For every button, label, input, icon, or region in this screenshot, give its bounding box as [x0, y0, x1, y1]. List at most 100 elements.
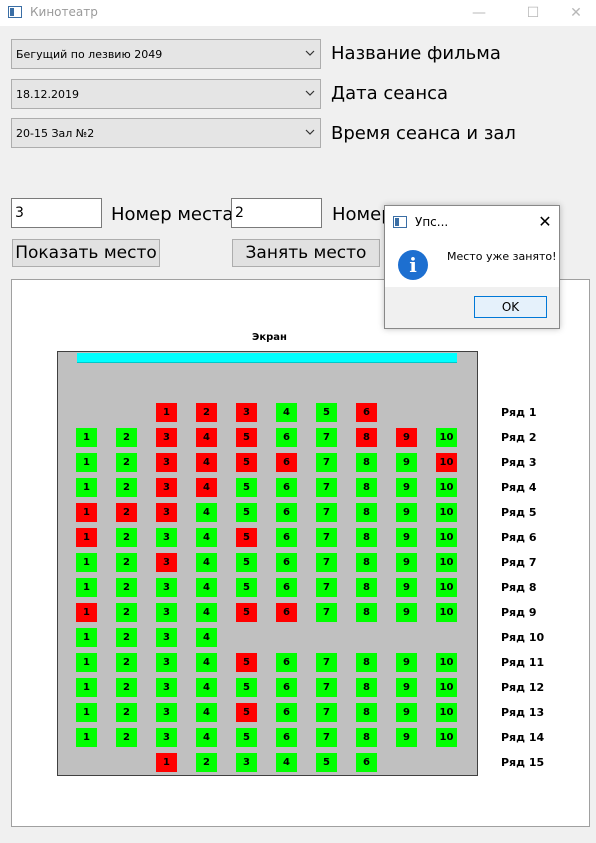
- seat-1-2[interactable]: 2: [196, 403, 217, 422]
- seat-4-10[interactable]: 10: [436, 478, 457, 497]
- seat-3-6[interactable]: 6: [276, 453, 297, 472]
- seat-4-9[interactable]: 9: [396, 478, 417, 497]
- seat-14-1[interactable]: 1: [76, 728, 97, 747]
- seat-5-3[interactable]: 3: [156, 503, 177, 522]
- seat-7-3[interactable]: 3: [156, 553, 177, 572]
- seat-8-7[interactable]: 7: [316, 578, 337, 597]
- seat-3-9[interactable]: 9: [396, 453, 417, 472]
- seat-9-6[interactable]: 6: [276, 603, 297, 622]
- seat-4-1[interactable]: 1: [76, 478, 97, 497]
- seat-3-2[interactable]: 2: [116, 453, 137, 472]
- seat-6-3[interactable]: 3: [156, 528, 177, 547]
- seat-4-7[interactable]: 7: [316, 478, 337, 497]
- seat-11-1[interactable]: 1: [76, 653, 97, 672]
- seat-15-1[interactable]: 1: [156, 753, 177, 772]
- film-select[interactable]: Бегущий по лезвию 2049: [11, 39, 321, 69]
- seat-7-5[interactable]: 5: [236, 553, 257, 572]
- seat-4-2[interactable]: 2: [116, 478, 137, 497]
- seat-13-7[interactable]: 7: [316, 703, 337, 722]
- seat-13-4[interactable]: 4: [196, 703, 217, 722]
- seat-4-8[interactable]: 8: [356, 478, 377, 497]
- seat-15-5[interactable]: 5: [316, 753, 337, 772]
- seat-7-2[interactable]: 2: [116, 553, 137, 572]
- seat-9-8[interactable]: 8: [356, 603, 377, 622]
- maximize-button[interactable]: ☐: [510, 0, 556, 26]
- seat-2-6[interactable]: 6: [276, 428, 297, 447]
- seat-9-1[interactable]: 1: [76, 603, 97, 622]
- seat-12-8[interactable]: 8: [356, 678, 377, 697]
- row-number-input[interactable]: 2: [231, 198, 322, 228]
- seat-6-6[interactable]: 6: [276, 528, 297, 547]
- seat-9-9[interactable]: 9: [396, 603, 417, 622]
- seat-15-6[interactable]: 6: [356, 753, 377, 772]
- seat-5-10[interactable]: 10: [436, 503, 457, 522]
- show-seat-button[interactable]: Показать место: [12, 239, 160, 267]
- seat-15-3[interactable]: 3: [236, 753, 257, 772]
- seat-5-9[interactable]: 9: [396, 503, 417, 522]
- seat-1-6[interactable]: 6: [356, 403, 377, 422]
- seat-9-5[interactable]: 5: [236, 603, 257, 622]
- seat-8-3[interactable]: 3: [156, 578, 177, 597]
- seat-10-4[interactable]: 4: [196, 628, 217, 647]
- seat-9-2[interactable]: 2: [116, 603, 137, 622]
- seat-9-3[interactable]: 3: [156, 603, 177, 622]
- seat-3-5[interactable]: 5: [236, 453, 257, 472]
- seat-11-3[interactable]: 3: [156, 653, 177, 672]
- seat-2-1[interactable]: 1: [76, 428, 97, 447]
- seat-3-1[interactable]: 1: [76, 453, 97, 472]
- seat-14-2[interactable]: 2: [116, 728, 137, 747]
- seat-2-4[interactable]: 4: [196, 428, 217, 447]
- seat-12-5[interactable]: 5: [236, 678, 257, 697]
- dialog-close-button[interactable]: ✕: [535, 212, 555, 232]
- seat-12-3[interactable]: 3: [156, 678, 177, 697]
- seat-13-9[interactable]: 9: [396, 703, 417, 722]
- seat-15-4[interactable]: 4: [276, 753, 297, 772]
- seat-13-8[interactable]: 8: [356, 703, 377, 722]
- seat-5-7[interactable]: 7: [316, 503, 337, 522]
- seat-6-9[interactable]: 9: [396, 528, 417, 547]
- seat-11-8[interactable]: 8: [356, 653, 377, 672]
- seat-10-1[interactable]: 1: [76, 628, 97, 647]
- seat-8-6[interactable]: 6: [276, 578, 297, 597]
- seat-13-3[interactable]: 3: [156, 703, 177, 722]
- seat-3-3[interactable]: 3: [156, 453, 177, 472]
- seat-10-2[interactable]: 2: [116, 628, 137, 647]
- seat-12-2[interactable]: 2: [116, 678, 137, 697]
- seat-11-7[interactable]: 7: [316, 653, 337, 672]
- seat-5-8[interactable]: 8: [356, 503, 377, 522]
- seat-13-6[interactable]: 6: [276, 703, 297, 722]
- seat-5-6[interactable]: 6: [276, 503, 297, 522]
- seat-5-5[interactable]: 5: [236, 503, 257, 522]
- seat-6-1[interactable]: 1: [76, 528, 97, 547]
- seat-2-10[interactable]: 10: [436, 428, 457, 447]
- seat-2-8[interactable]: 8: [356, 428, 377, 447]
- date-select[interactable]: 18.12.2019: [11, 79, 321, 109]
- close-button[interactable]: ✕: [556, 0, 596, 26]
- seat-3-8[interactable]: 8: [356, 453, 377, 472]
- seat-7-7[interactable]: 7: [316, 553, 337, 572]
- seat-12-4[interactable]: 4: [196, 678, 217, 697]
- seat-11-10[interactable]: 10: [436, 653, 457, 672]
- seat-12-10[interactable]: 10: [436, 678, 457, 697]
- seat-5-2[interactable]: 2: [116, 503, 137, 522]
- minimize-button[interactable]: —: [456, 0, 502, 26]
- time-select[interactable]: 20-15 Зал №2: [11, 118, 321, 148]
- seat-1-1[interactable]: 1: [156, 403, 177, 422]
- seat-8-2[interactable]: 2: [116, 578, 137, 597]
- seat-6-10[interactable]: 10: [436, 528, 457, 547]
- seat-13-5[interactable]: 5: [236, 703, 257, 722]
- seat-11-5[interactable]: 5: [236, 653, 257, 672]
- seat-7-4[interactable]: 4: [196, 553, 217, 572]
- seat-9-4[interactable]: 4: [196, 603, 217, 622]
- dialog-ok-button[interactable]: OK: [474, 296, 547, 318]
- seat-14-10[interactable]: 10: [436, 728, 457, 747]
- seat-1-4[interactable]: 4: [276, 403, 297, 422]
- seat-14-9[interactable]: 9: [396, 728, 417, 747]
- seat-1-5[interactable]: 5: [316, 403, 337, 422]
- seat-12-9[interactable]: 9: [396, 678, 417, 697]
- seat-1-3[interactable]: 3: [236, 403, 257, 422]
- seat-14-4[interactable]: 4: [196, 728, 217, 747]
- seat-8-10[interactable]: 10: [436, 578, 457, 597]
- seat-6-2[interactable]: 2: [116, 528, 137, 547]
- seat-14-5[interactable]: 5: [236, 728, 257, 747]
